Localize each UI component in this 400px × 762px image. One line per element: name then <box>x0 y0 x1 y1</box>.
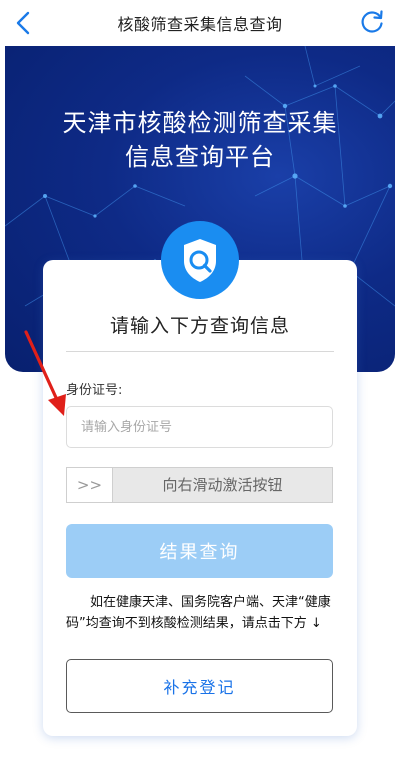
nav-bar: 核酸筛查采集信息查询 <box>0 0 400 46</box>
query-result-button[interactable]: 结果查询 <box>66 524 333 578</box>
notice-text: 如在健康天津、国务院客户端、天津“健康码”均查询不到核酸检测结果，请点击下方 ↓ <box>66 595 331 631</box>
nav-title: 核酸筛查采集信息查询 <box>117 15 283 34</box>
slide-to-activate[interactable]: >> 向右滑动激活按钮 <box>66 467 333 503</box>
id-number-input[interactable] <box>66 406 333 448</box>
shield-search-icon <box>161 221 239 299</box>
app-screen: 核酸筛查采集信息查询 天津市核酸检测筛查采集 信息查询平台 请输入下方查询信息 … <box>0 0 400 762</box>
slider-handle[interactable]: >> <box>67 468 113 502</box>
banner-title-line1: 天津市核酸检测筛查采集 <box>62 109 338 137</box>
divider <box>66 351 334 352</box>
red-arrow-icon <box>24 330 66 416</box>
card-heading: 请输入下方查询信息 <box>109 315 290 337</box>
chevron-left-icon[interactable] <box>10 9 38 37</box>
refresh-icon[interactable] <box>358 8 386 36</box>
banner-title: 天津市核酸检测筛查采集 信息查询平台 <box>5 106 395 174</box>
supplement-register-button[interactable]: 补充登记 <box>66 659 333 713</box>
id-number-label: 身份证号: <box>66 383 123 398</box>
slider-text: 向右滑动激活按钮 <box>162 476 283 494</box>
query-card: 请输入下方查询信息 身份证号: >> 向右滑动激活按钮 结果查询 如在健康天津、… <box>43 260 357 736</box>
banner-title-line2: 信息查询平台 <box>125 143 275 171</box>
